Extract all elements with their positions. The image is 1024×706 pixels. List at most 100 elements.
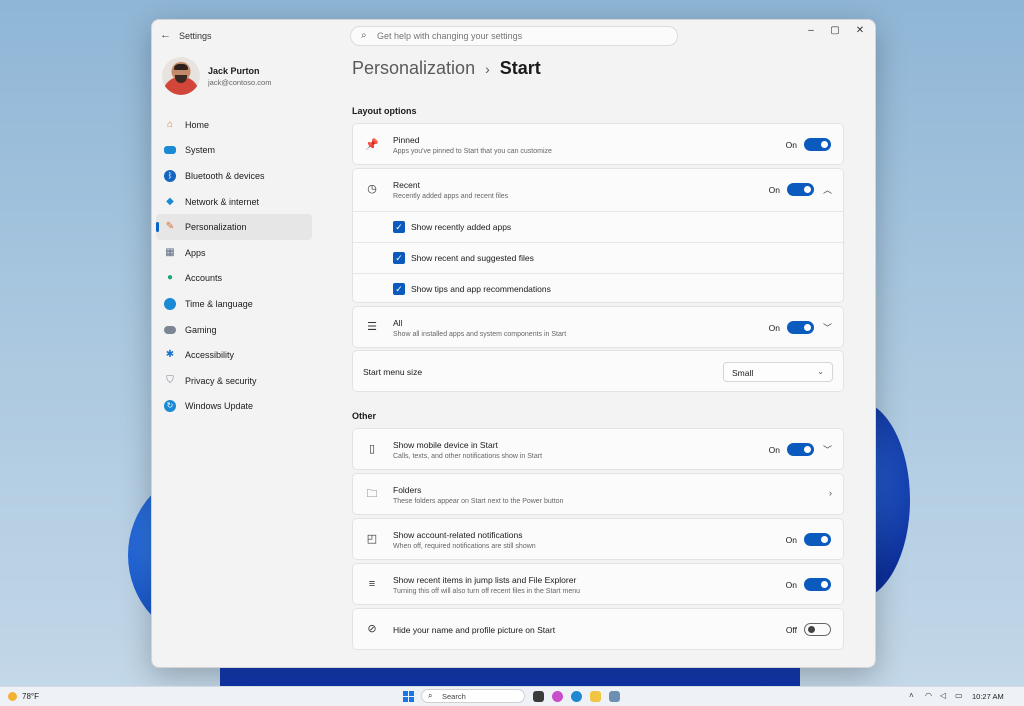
jump-lists-card[interactable]: ≡ Show recent items in jump lists and Fi… xyxy=(352,563,844,605)
sidebar-item-accounts[interactable]: ● Accounts xyxy=(156,266,312,292)
sidebar-item-label: Home xyxy=(185,119,210,130)
wifi-icon[interactable]: ◠ xyxy=(925,691,932,700)
breadcrumb: Personalization › Start xyxy=(352,58,541,79)
person-icon: ● xyxy=(166,272,174,284)
mobile-setting-card[interactable]: ▯ Show mobile device in Start Calls, tex… xyxy=(352,428,844,470)
settings-app-icon[interactable] xyxy=(609,691,620,702)
recent-option-label: Show recent and suggested files xyxy=(411,253,534,263)
hide-name-state: Off xyxy=(785,625,797,635)
menu-size-dropdown[interactable]: Small ⌄ xyxy=(723,362,833,382)
apps-icon: ▦ xyxy=(165,246,175,258)
checkbox-checked[interactable]: ✓ xyxy=(393,252,405,264)
bluetooth-icon: ᛒ xyxy=(164,169,176,182)
recent-setting-card: ◷ Recent Recently added apps and recent … xyxy=(352,168,844,303)
recent-option-row[interactable]: ✓ Show recently added apps xyxy=(353,212,843,242)
back-arrow-icon[interactable]: ← xyxy=(160,29,172,41)
account-notif-title: Show account-related notifications xyxy=(393,530,523,540)
sidebar-item-label: Time & language xyxy=(185,298,253,309)
sidebar-item-time-language[interactable]: Time & language xyxy=(156,291,312,317)
mobile-toggle[interactable] xyxy=(787,443,814,456)
sidebar-item-network[interactable]: ◆ Network & internet xyxy=(156,189,312,215)
menu-size-label: Start menu size xyxy=(363,367,423,377)
search-sparkle-icon: ⌕ xyxy=(361,30,367,41)
list-icon: ☰ xyxy=(367,321,377,333)
sidebar-item-home[interactable]: ⌂ Home xyxy=(156,112,312,138)
chevron-down-icon[interactable]: ﹀ xyxy=(823,321,832,334)
chevron-up-icon[interactable]: ˄ xyxy=(909,691,914,700)
checkbox-checked[interactable]: ✓ xyxy=(393,283,405,295)
menu-size-card: Start menu size Small ⌄ xyxy=(352,350,844,392)
minimize-button[interactable]: – xyxy=(800,24,822,38)
breadcrumb-parent[interactable]: Personalization xyxy=(352,58,475,78)
jump-lists-desc: Turning this off will also turn off rece… xyxy=(393,588,581,595)
account-notifications-card[interactable]: ◰ Show account-related notifications Whe… xyxy=(352,518,844,560)
start-button[interactable] xyxy=(403,691,414,702)
jump-lists-title: Show recent items in jump lists and File… xyxy=(393,575,577,585)
sidebar-item-system[interactable]: System xyxy=(156,138,312,164)
sidebar-item-personalization[interactable]: ✎ Personalization xyxy=(156,214,312,240)
volume-icon[interactable]: ◁ xyxy=(940,691,946,700)
avatar[interactable] xyxy=(162,57,200,95)
recent-desc: Recently added apps and recent files xyxy=(393,193,509,200)
taskbar-search-label: Search xyxy=(442,692,466,701)
folders-setting-card[interactable]: 🗀 Folders These folders appear on Start … xyxy=(352,473,844,515)
jump-lists-toggle[interactable] xyxy=(804,578,831,591)
all-toggle[interactable] xyxy=(787,321,814,334)
recent-option-row[interactable]: ✓ Show tips and app recommendations xyxy=(353,274,843,304)
edge-icon[interactable] xyxy=(571,691,582,702)
recent-option-row[interactable]: ✓ Show recent and suggested files xyxy=(353,243,843,273)
maximize-button[interactable]: ▢ xyxy=(824,24,846,38)
recent-state: On xyxy=(768,185,780,195)
sidebar-item-gaming[interactable]: Gaming xyxy=(156,317,312,343)
wifi-icon: ◆ xyxy=(166,195,174,207)
accessibility-icon: ✱ xyxy=(165,349,175,361)
pinned-title: Pinned xyxy=(393,135,420,145)
recent-header[interactable]: ◷ Recent Recently added apps and recent … xyxy=(353,169,843,211)
file-explorer-icon[interactable] xyxy=(590,691,601,702)
account-notif-toggle[interactable] xyxy=(804,533,831,546)
all-state: On xyxy=(768,323,780,333)
pinned-desc: Apps you've pinned to Start that you can… xyxy=(393,148,552,155)
sidebar-item-label: Privacy & security xyxy=(185,375,257,386)
search-icon: ⌕ xyxy=(428,691,433,700)
pinned-setting-card[interactable]: 📌 Pinned Apps you've pinned to Start tha… xyxy=(352,123,844,165)
brush-icon: ✎ xyxy=(165,221,175,233)
pinned-toggle[interactable] xyxy=(804,138,831,151)
copilot-icon[interactable] xyxy=(552,691,563,702)
globe-clock-icon xyxy=(164,297,176,310)
user-name: Jack Purton xyxy=(208,66,260,76)
sidebar-item-apps[interactable]: ▦ Apps xyxy=(156,240,312,266)
clock-time[interactable]: 10:27 AM xyxy=(972,692,1004,701)
chevron-up-icon[interactable]: ︿ xyxy=(823,183,832,196)
settings-search-input[interactable] xyxy=(375,30,669,42)
recent-option-label: Show recently added apps xyxy=(411,222,512,232)
recent-toggle[interactable] xyxy=(787,183,814,196)
section-title-layout: Layout options xyxy=(352,106,417,116)
sidebar-item-label: Network & internet xyxy=(185,196,260,207)
close-button[interactable]: ✕ xyxy=(849,24,871,38)
sidebar-item-bluetooth[interactable]: ᛒ Bluetooth & devices xyxy=(156,163,312,189)
hide-name-toggle[interactable] xyxy=(804,623,831,636)
sidebar-item-accessibility[interactable]: ✱ Accessibility xyxy=(156,342,312,368)
task-view-icon[interactable] xyxy=(533,691,544,702)
sidebar-item-windows-update[interactable]: ↻ Windows Update xyxy=(156,394,312,420)
gamepad-icon xyxy=(164,325,176,334)
breadcrumb-separator: › xyxy=(485,61,490,77)
avatar-hair xyxy=(174,64,188,70)
chevron-down-icon[interactable]: ﹀ xyxy=(823,443,832,456)
settings-search-box[interactable]: ⌕ xyxy=(350,26,678,46)
sidebar-item-privacy[interactable]: ⛉ Privacy & security xyxy=(156,368,312,394)
weather-sun-icon[interactable] xyxy=(8,692,17,701)
home-icon: ⌂ xyxy=(166,118,174,130)
monitor-icon xyxy=(164,146,176,155)
weather-temperature[interactable]: 78°F xyxy=(22,692,39,701)
page-title: Start xyxy=(499,58,541,78)
sidebar-item-label: Accessibility xyxy=(185,350,235,361)
hide-name-card[interactable]: ⊘ Hide your name and profile picture on … xyxy=(352,608,844,650)
all-setting-card[interactable]: ☰ All Show all installed apps and system… xyxy=(352,306,844,348)
battery-icon[interactable]: ▭ xyxy=(955,691,963,700)
account-notif-state: On xyxy=(785,535,797,545)
taskbar-search[interactable]: ⌕ Search xyxy=(421,689,525,703)
checkbox-checked[interactable]: ✓ xyxy=(393,221,405,233)
user-email: jack@contoso.com xyxy=(208,78,272,87)
